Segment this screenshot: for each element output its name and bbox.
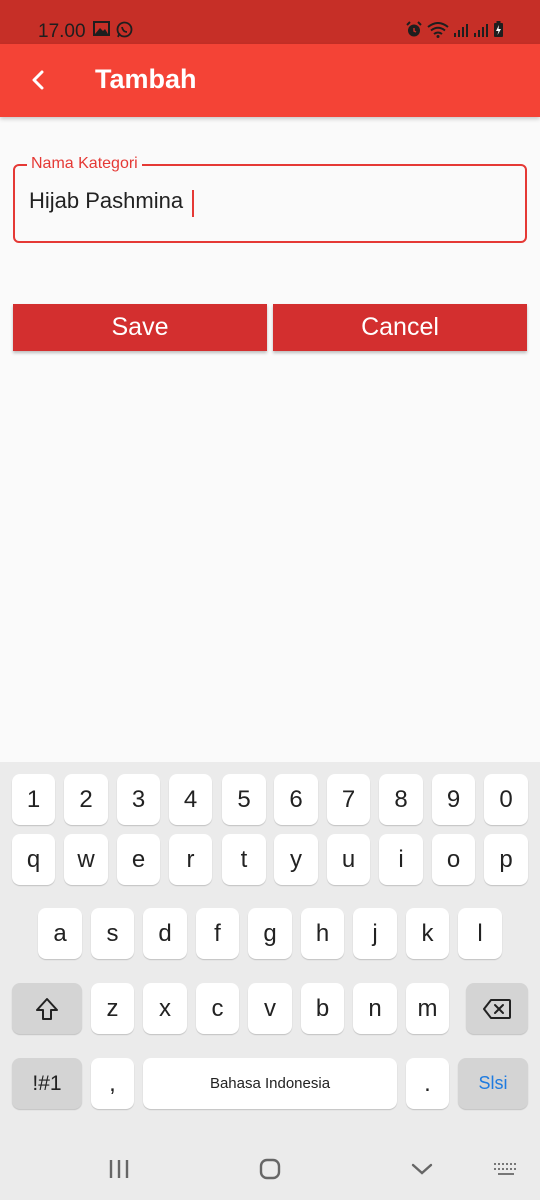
key-8[interactable]: 8: [379, 774, 423, 825]
backspace-key[interactable]: [466, 983, 528, 1034]
symbols-key[interactable]: !#1: [12, 1058, 82, 1109]
alarm-icon: [406, 21, 422, 37]
key-d[interactable]: d: [143, 908, 187, 959]
chevron-down-icon: [411, 1163, 433, 1175]
cancel-button[interactable]: Cancel: [273, 304, 527, 351]
key-n[interactable]: n: [353, 983, 397, 1034]
key-3[interactable]: 3: [117, 774, 160, 825]
signal-icon-2: [474, 23, 488, 37]
key-5[interactable]: 5: [222, 774, 266, 825]
period-key[interactable]: .: [406, 1058, 449, 1109]
key-g[interactable]: g: [248, 908, 292, 959]
key-o[interactable]: o: [432, 834, 475, 885]
category-name-field[interactable]: Nama Kategori: [13, 155, 527, 243]
recent-apps-icon: [109, 1160, 129, 1178]
key-z[interactable]: z: [91, 983, 134, 1034]
key-6[interactable]: 6: [274, 774, 318, 825]
key-2[interactable]: 2: [64, 774, 108, 825]
home-icon: [259, 1158, 281, 1180]
shift-icon: [36, 997, 58, 1020]
key-e[interactable]: e: [117, 834, 160, 885]
category-name-input[interactable]: [29, 188, 509, 214]
status-bar: 17.00: [0, 0, 540, 44]
navigation-bar: [0, 1137, 540, 1200]
key-m[interactable]: m: [406, 983, 449, 1034]
key-w[interactable]: w: [64, 834, 108, 885]
key-4[interactable]: 4: [169, 774, 212, 825]
keyboard-icon: [494, 1163, 516, 1175]
key-y[interactable]: y: [274, 834, 318, 885]
battery-charging-icon: [494, 21, 503, 37]
key-v[interactable]: v: [248, 983, 292, 1034]
backspace-icon: [483, 998, 511, 1019]
key-i[interactable]: i: [379, 834, 423, 885]
key-f[interactable]: f: [196, 908, 239, 959]
recent-apps-button[interactable]: [99, 1155, 139, 1183]
key-r[interactable]: r: [169, 834, 212, 885]
key-1[interactable]: 1: [12, 774, 55, 825]
whatsapp-icon: [116, 21, 133, 38]
key-k[interactable]: k: [406, 908, 449, 959]
key-0[interactable]: 0: [484, 774, 528, 825]
shift-key[interactable]: [12, 983, 82, 1034]
key-p[interactable]: p: [484, 834, 528, 885]
wifi-icon: [427, 21, 449, 38]
chevron-left-icon: [32, 70, 44, 90]
gallery-icon: [93, 21, 110, 36]
enter-key[interactable]: Slsi: [458, 1058, 528, 1109]
key-t[interactable]: t: [222, 834, 266, 885]
category-name-label: Nama Kategori: [27, 155, 142, 173]
space-bar[interactable]: Bahasa Indonesia: [143, 1058, 397, 1109]
key-a[interactable]: a: [38, 908, 82, 959]
text-caret: [192, 190, 194, 217]
back-nav-button[interactable]: [402, 1155, 442, 1183]
key-9[interactable]: 9: [432, 774, 475, 825]
key-s[interactable]: s: [91, 908, 134, 959]
key-x[interactable]: x: [143, 983, 187, 1034]
save-button[interactable]: Save: [13, 304, 267, 351]
comma-key[interactable]: ,: [91, 1058, 134, 1109]
page-title: Tambah: [95, 64, 197, 94]
key-7[interactable]: 7: [327, 774, 370, 825]
app-bar: Tambah: [0, 44, 540, 117]
keyboard-toggle-button[interactable]: [486, 1155, 526, 1183]
key-u[interactable]: u: [327, 834, 370, 885]
key-q[interactable]: q: [12, 834, 55, 885]
keyboard: 1 2 3 4 5 6 7 8 9 0 q w e r t y u i o p …: [0, 762, 540, 1137]
back-button[interactable]: [22, 62, 54, 98]
home-button[interactable]: [250, 1155, 290, 1183]
key-h[interactable]: h: [301, 908, 344, 959]
key-c[interactable]: c: [196, 983, 239, 1034]
status-time: 17.00: [38, 21, 86, 42]
key-b[interactable]: b: [301, 983, 344, 1034]
key-l[interactable]: l: [458, 908, 502, 959]
key-j[interactable]: j: [353, 908, 397, 959]
signal-icon-1: [454, 23, 468, 37]
